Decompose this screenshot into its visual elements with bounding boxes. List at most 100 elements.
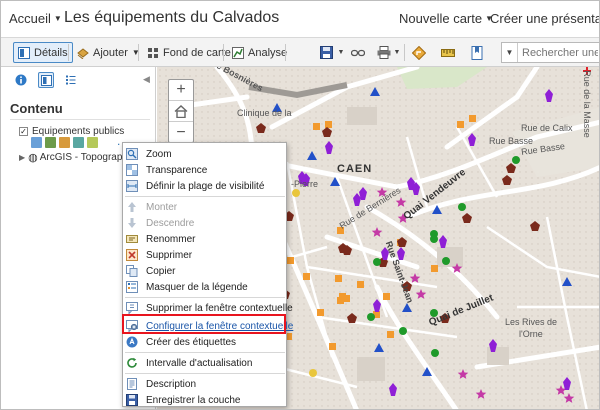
zoom-in-button[interactable]: +: [169, 80, 193, 101]
menu-item-label: Zoom: [146, 148, 172, 160]
copy-icon: [125, 265, 139, 277]
menu-item-refresh-interval[interactable]: Intervalle d'actualisation: [125, 355, 285, 371]
show-legend-icon[interactable]: [31, 137, 42, 148]
app-header: Accueil ▼ Les équipements du Calvados Nou…: [1, 1, 599, 37]
refresh-interval-icon: [125, 357, 139, 369]
layer-name: ArcGIS - Topographic: [39, 152, 136, 163]
share-link-icon[interactable]: [349, 44, 367, 61]
toolbar-divider: [285, 44, 286, 61]
menu-item-label: Masquer de la légende: [146, 281, 248, 293]
about-tab[interactable]: [13, 72, 29, 88]
menu-item-label: Transparence: [146, 164, 208, 176]
menu-item-label: Enregistrer la couche: [146, 394, 241, 406]
search-scope-dropdown[interactable]: ▼: [502, 43, 518, 62]
save-icon[interactable]: [317, 44, 335, 61]
map-title: Les équipements du Calvados: [64, 9, 280, 26]
menu-item-move-up[interactable]: Monter: [125, 199, 285, 215]
menu-item-configure-popup[interactable]: Configurer la fenêtre contextuelle: [125, 318, 293, 334]
rename-icon: [125, 233, 139, 245]
details-button[interactable]: Détails: [13, 42, 73, 63]
collapse-panel-icon[interactable]: ◀: [143, 74, 150, 85]
add-label: Ajouter: [93, 46, 128, 59]
legend-icon: [66, 75, 76, 85]
menu-item-label: Description: [146, 378, 197, 390]
menu-item-save-layer[interactable]: Enregistrer la couche: [125, 392, 285, 408]
labels-icon: [125, 336, 139, 348]
save-layer-icon: [125, 394, 139, 406]
layer-visibility-checkbox[interactable]: ✓: [19, 127, 28, 136]
default-extent-button[interactable]: [169, 101, 193, 122]
layer-item-equipements-publics[interactable]: ✓ Equipements publics: [19, 126, 124, 137]
add-button[interactable]: Ajouter ▼: [73, 42, 144, 63]
menu-item-label: Descendre: [146, 217, 195, 229]
measure-icon[interactable]: [439, 44, 457, 61]
street-label: Rue de Calix: [521, 123, 573, 133]
analysis-button[interactable]: Analyse: [228, 42, 291, 63]
description-icon: [125, 378, 139, 390]
caret-down-icon: ▼: [53, 14, 62, 23]
new-map-menu[interactable]: Nouvelle carte ▼: [399, 11, 493, 26]
layer-tools: [31, 137, 98, 148]
street-label: Rue de la Masse: [581, 70, 592, 138]
create-presentation-link[interactable]: Créer une présentation: [490, 11, 599, 26]
zoom-icon: [125, 148, 139, 160]
menu-divider: [125, 373, 285, 374]
content-icon: [40, 74, 52, 86]
basemap-label: Fond de carte: [163, 46, 231, 59]
menu-item-remove-popup[interactable]: Supprimer la fenêtre contextuelle: [125, 300, 293, 316]
toolbar-divider: [68, 44, 69, 61]
toolbar-divider: [138, 44, 139, 61]
menu-item-label: Définir la plage de visibilité: [146, 180, 265, 192]
layer-context-menu: Zoom Transparence Définir la plage de vi…: [122, 142, 293, 408]
details-label: Détails: [34, 46, 68, 59]
menu-item-label: Renommer: [146, 233, 196, 245]
zoom-out-button[interactable]: −: [169, 122, 193, 143]
menu-item-label: Intervalle d'actualisation: [146, 357, 253, 369]
menu-item-move-down[interactable]: Descendre: [125, 215, 285, 231]
place-label: Les Rives de: [505, 317, 558, 327]
menu-item-label: Supprimer la fenêtre contextuelle: [146, 302, 293, 314]
move-up-icon: [125, 201, 139, 213]
analysis-icon: [232, 46, 244, 59]
search-box[interactable]: ▼: [501, 42, 599, 63]
menu-item-delete[interactable]: Supprimer: [125, 247, 285, 263]
menu-item-visibility-range[interactable]: Définir la plage de visibilité: [125, 178, 285, 194]
menu-divider: [125, 297, 285, 298]
basemap-button[interactable]: Fond de carte: [143, 42, 235, 63]
expand-arrow-icon[interactable]: ▶: [19, 153, 25, 162]
transparency-icon: [125, 164, 139, 176]
menu-item-rename[interactable]: Renommer: [125, 231, 285, 247]
menu-item-transparency[interactable]: Transparence: [125, 162, 285, 178]
directions-icon[interactable]: [410, 44, 428, 61]
bookmarks-icon[interactable]: [468, 44, 486, 61]
analysis-label: Analyse: [248, 46, 288, 59]
menu-item-label: Supprimer: [146, 249, 193, 261]
change-style-icon[interactable]: [59, 137, 70, 148]
caret-down-icon[interactable]: ▼: [337, 44, 345, 61]
menu-item-create-labels[interactable]: Créer des étiquettes: [125, 334, 285, 350]
divider: [10, 119, 150, 120]
legend-tab[interactable]: [63, 72, 79, 88]
menu-item-description[interactable]: Description: [125, 376, 285, 392]
delete-icon: [125, 249, 139, 261]
perform-analysis-icon[interactable]: [87, 137, 98, 148]
place-label: Clinique de la: [237, 108, 292, 118]
layer-item-basemap[interactable]: ▶ ◍ ArcGIS - Topographic: [19, 151, 135, 164]
filter-icon[interactable]: [73, 137, 84, 148]
content-tab[interactable]: [38, 72, 54, 88]
app-window: Accueil ▼ Les équipements du Calvados Nou…: [0, 0, 600, 410]
menu-item-hide-in-legend[interactable]: Masquer de la légende: [125, 279, 285, 295]
caret-down-icon[interactable]: ▼: [393, 44, 401, 61]
menu-item-copy[interactable]: Copier: [125, 263, 285, 279]
menu-item-label: Monter: [146, 201, 178, 213]
details-icon: [18, 46, 30, 59]
home-menu-label: Accueil: [9, 11, 51, 26]
basemap-icon: [148, 47, 158, 58]
menu-item-zoom[interactable]: Zoom: [125, 146, 285, 162]
search-input[interactable]: [518, 46, 598, 59]
print-icon[interactable]: [375, 44, 393, 61]
home-menu[interactable]: Accueil ▼: [9, 11, 62, 26]
toolbar-divider: [223, 44, 224, 61]
content-heading: Contenu: [10, 101, 63, 116]
show-table-icon[interactable]: [45, 137, 56, 148]
